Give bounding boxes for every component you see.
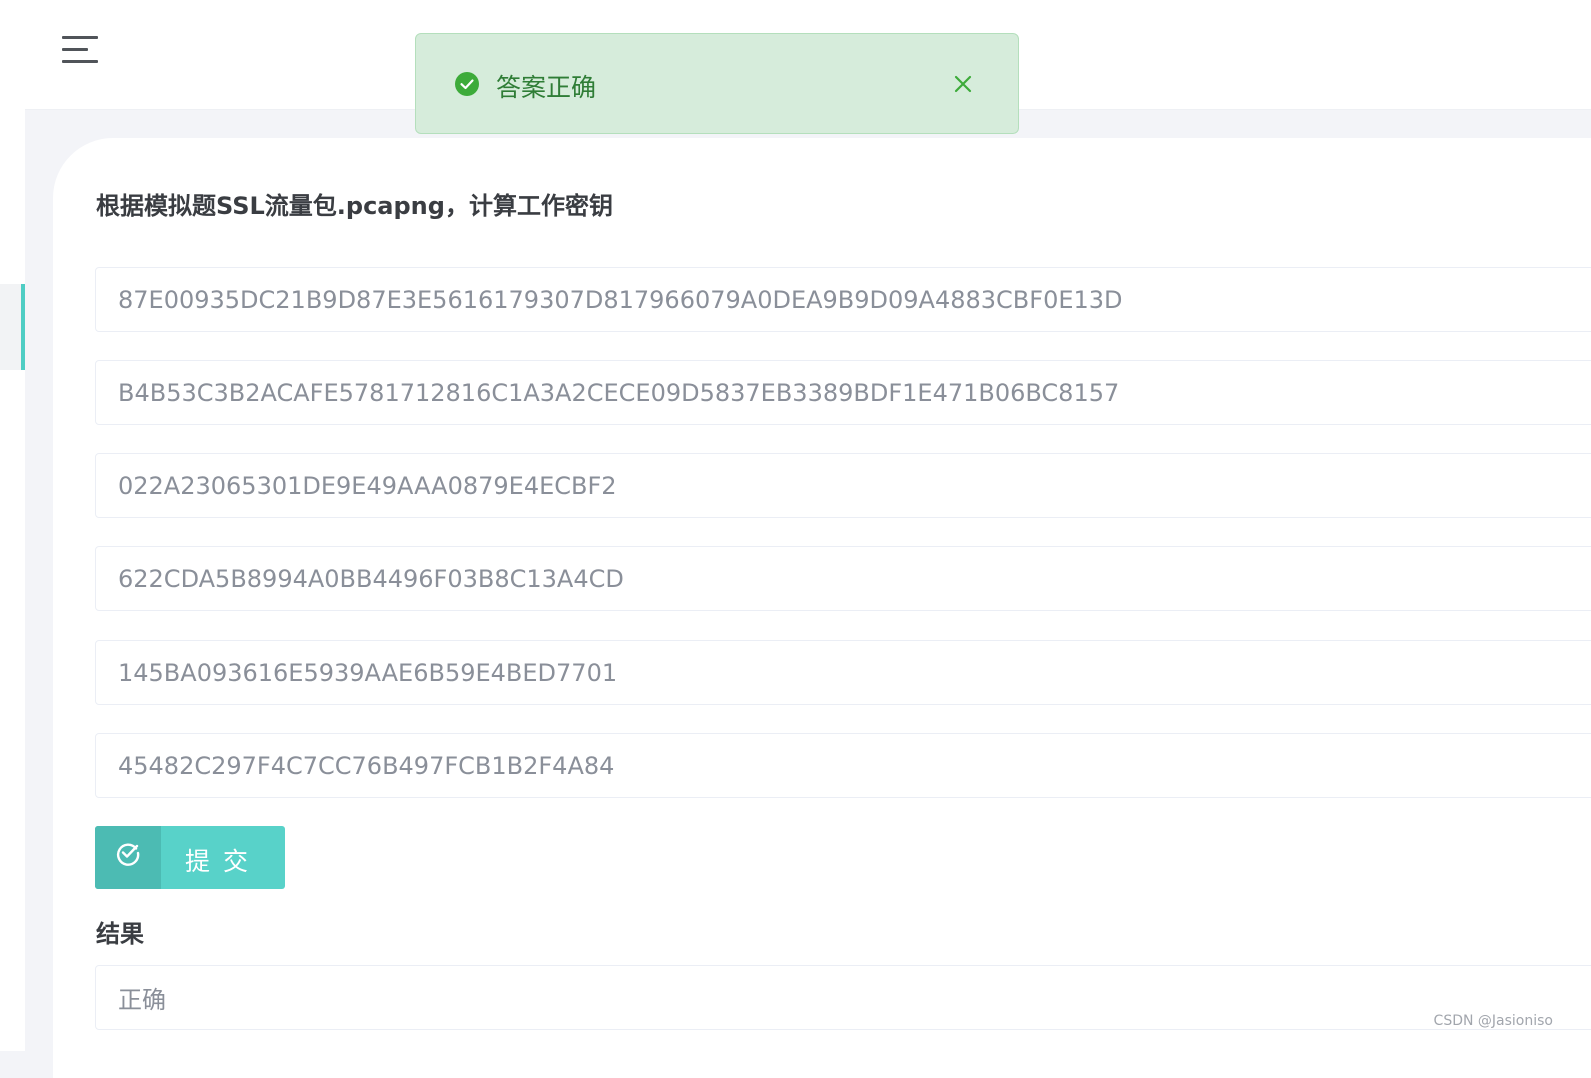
sidebar (0, 0, 25, 1051)
answer-field-2[interactable] (95, 360, 1591, 425)
answer-field-5[interactable] (95, 640, 1591, 705)
submit-label: 提交 (185, 848, 262, 876)
check-circle-outline-icon (117, 843, 140, 866)
answer-field-1[interactable] (95, 267, 1591, 332)
menu-toggle-icon[interactable] (62, 36, 98, 64)
watermark: CSDN @Jasioniso (1433, 1013, 1553, 1029)
check-circle-icon (455, 72, 479, 96)
result-label: 结果 (96, 920, 144, 948)
submit-icon-box (95, 826, 161, 889)
success-toast: 答案正确 (415, 33, 1019, 134)
sidebar-active-item[interactable] (0, 284, 25, 370)
submit-button[interactable]: 提交 (95, 826, 285, 889)
result-field[interactable] (95, 965, 1591, 1030)
answer-field-6[interactable] (95, 733, 1591, 798)
question-title: 根据模拟题SSL流量包.pcapng，计算工作密钥 (96, 192, 613, 220)
answer-field-4[interactable] (95, 546, 1591, 611)
toast-message: 答案正确 (496, 73, 597, 102)
answer-field-3[interactable] (95, 453, 1591, 518)
close-icon[interactable] (952, 73, 974, 95)
